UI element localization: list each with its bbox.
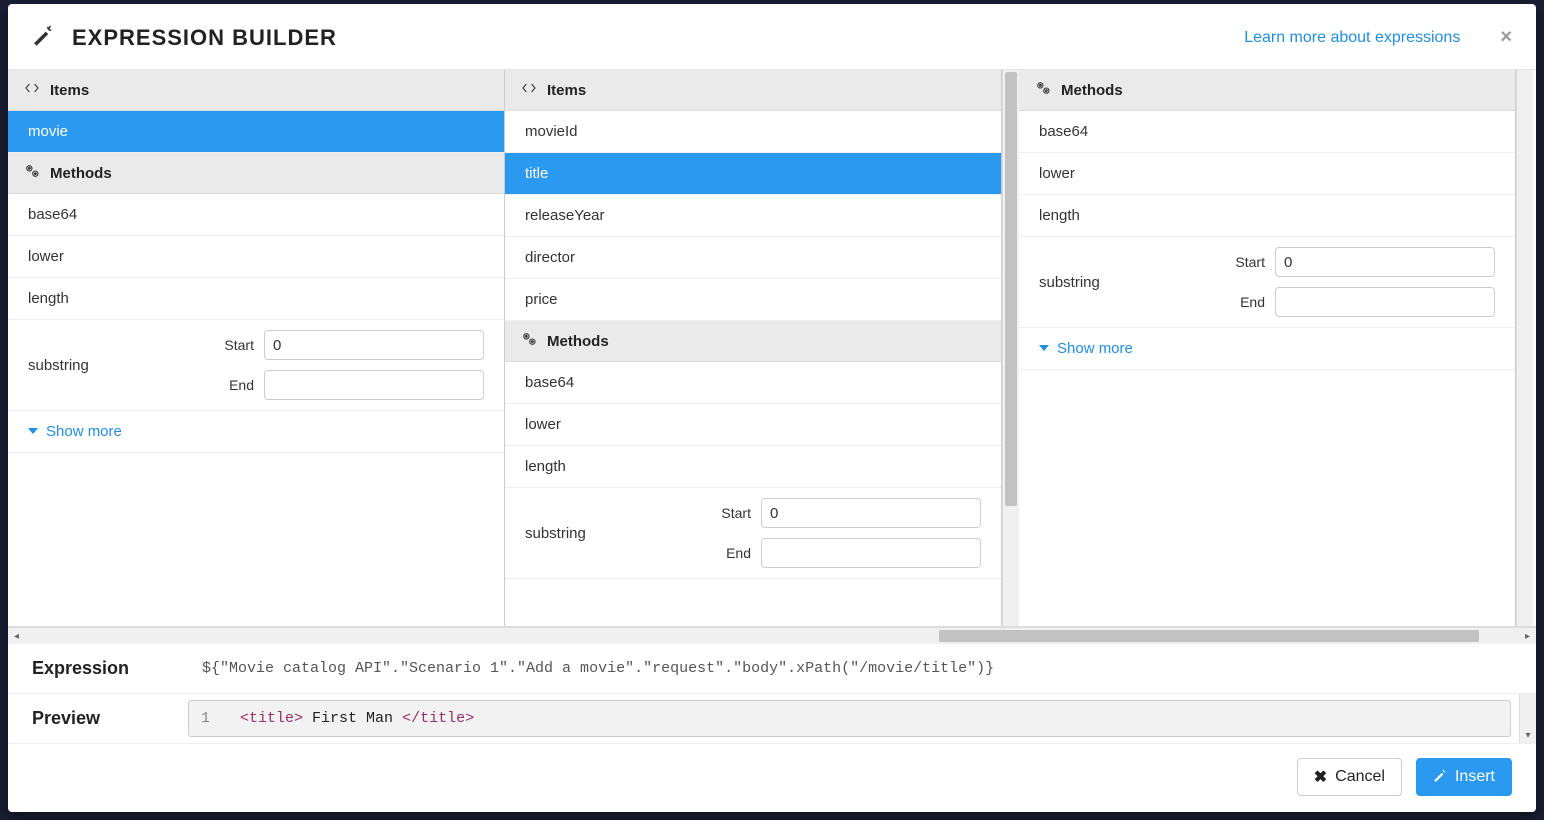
close-icon: ✖ — [1314, 767, 1327, 787]
method-base64[interactable]: base64 — [505, 362, 1001, 404]
substring-start-input[interactable] — [761, 498, 981, 528]
method-substring[interactable]: substring Start End — [8, 320, 504, 411]
show-more-label: Show more — [46, 423, 122, 440]
method-lower[interactable]: lower — [1019, 153, 1515, 195]
substring-end-input[interactable] — [761, 538, 981, 568]
method-length[interactable]: length — [8, 278, 504, 320]
methods-header: Methods — [505, 321, 1001, 362]
methods-header-label: Methods — [547, 333, 609, 350]
gears-icon — [521, 331, 537, 351]
wand-icon — [32, 24, 54, 51]
modal-header: EXPRESSION BUILDER Learn more about expr… — [8, 4, 1536, 70]
items-header: Items — [505, 70, 1001, 111]
item-director[interactable]: director — [505, 237, 1001, 279]
methods-header-label: Methods — [50, 165, 112, 182]
item-title[interactable]: title — [505, 153, 1001, 195]
substring-label: substring — [525, 525, 685, 542]
item-movieId[interactable]: movieId — [505, 111, 1001, 153]
modal-title: EXPRESSION BUILDER — [72, 25, 337, 51]
substring-end-input[interactable] — [1275, 287, 1495, 317]
item-movie[interactable]: movie — [8, 111, 504, 153]
methods-header: Methods — [1019, 70, 1515, 111]
learn-more-link[interactable]: Learn more about expressions — [1244, 29, 1460, 47]
preview-open-tag: <title> — [240, 710, 303, 727]
code-icon — [521, 80, 537, 100]
show-more-label: Show more — [1057, 340, 1133, 357]
expression-label: Expression — [32, 658, 162, 679]
code-icon — [24, 80, 40, 100]
caret-down-icon — [28, 423, 38, 440]
method-length[interactable]: length — [1019, 195, 1515, 237]
panel-scrollbar[interactable] — [1516, 70, 1533, 626]
preview-text: First Man — [303, 710, 402, 727]
wand-icon — [1433, 768, 1447, 787]
scroll-right-icon[interactable]: ▸ — [1519, 628, 1536, 644]
substring-start-label: Start — [721, 505, 751, 521]
preview-label: Preview — [8, 694, 188, 743]
expression-code: ${"Movie catalog API"."Scenario 1"."Add … — [202, 660, 994, 677]
method-base64[interactable]: base64 — [1019, 111, 1515, 153]
insert-button-label: Insert — [1455, 768, 1495, 786]
method-lower[interactable]: lower — [8, 236, 504, 278]
gears-icon — [24, 163, 40, 183]
substring-start-input[interactable] — [1275, 247, 1495, 277]
methods-header-label: Methods — [1061, 82, 1123, 99]
insert-button[interactable]: Insert — [1416, 758, 1512, 796]
show-more-link[interactable]: Show more — [8, 411, 504, 453]
substring-start-label: Start — [224, 337, 254, 353]
item-releaseYear[interactable]: releaseYear — [505, 195, 1001, 237]
cancel-button[interactable]: ✖ Cancel — [1297, 758, 1402, 796]
method-length[interactable]: length — [505, 446, 1001, 488]
horizontal-scrollbar[interactable]: ◂ ▸ — [8, 627, 1536, 644]
scroll-left-icon[interactable]: ◂ — [8, 628, 25, 644]
panel-1: Items movie Methods base64 lower length … — [8, 70, 505, 626]
expression-builder-modal: EXPRESSION BUILDER Learn more about expr… — [8, 4, 1536, 812]
method-lower[interactable]: lower — [505, 404, 1001, 446]
methods-header: Methods — [8, 153, 504, 194]
method-substring[interactable]: substring Start End — [1019, 237, 1515, 328]
substring-end-input[interactable] — [264, 370, 484, 400]
gears-icon — [1035, 80, 1051, 100]
method-substring[interactable]: substring Start End — [505, 488, 1001, 579]
items-header: Items — [8, 70, 504, 111]
substring-start-input[interactable] — [264, 330, 484, 360]
panels: Items movie Methods base64 lower length … — [8, 70, 1536, 626]
substring-end-label: End — [229, 377, 254, 393]
substring-label: substring — [28, 357, 188, 374]
cancel-button-label: Cancel — [1335, 768, 1385, 786]
preview-line-number: 1 — [201, 710, 210, 727]
preview-scrollbar[interactable]: ▾ — [1519, 694, 1536, 743]
substring-end-label: End — [726, 545, 751, 561]
panel-3: Methods base64 lower length substring St… — [1019, 70, 1516, 626]
panel-scrollbar[interactable] — [1002, 70, 1019, 626]
method-base64[interactable]: base64 — [8, 194, 504, 236]
preview-content: <title> First Man </title> — [240, 710, 474, 727]
bottom-section: Expression ${"Movie catalog API"."Scenar… — [8, 644, 1536, 812]
close-icon[interactable]: × — [1500, 26, 1512, 49]
show-more-link[interactable]: Show more — [1019, 328, 1515, 370]
preview-close-tag: </title> — [402, 710, 474, 727]
panel-2: Items movieId title releaseYear director… — [505, 70, 1002, 626]
items-header-label: Items — [547, 82, 586, 99]
preview-box: 1 <title> First Man </title> — [188, 700, 1511, 737]
substring-end-label: End — [1240, 294, 1265, 310]
item-price[interactable]: price — [505, 279, 1001, 321]
substring-label: substring — [1039, 274, 1199, 291]
items-header-label: Items — [50, 82, 89, 99]
caret-down-icon — [1039, 340, 1049, 357]
substring-start-label: Start — [1235, 254, 1265, 270]
